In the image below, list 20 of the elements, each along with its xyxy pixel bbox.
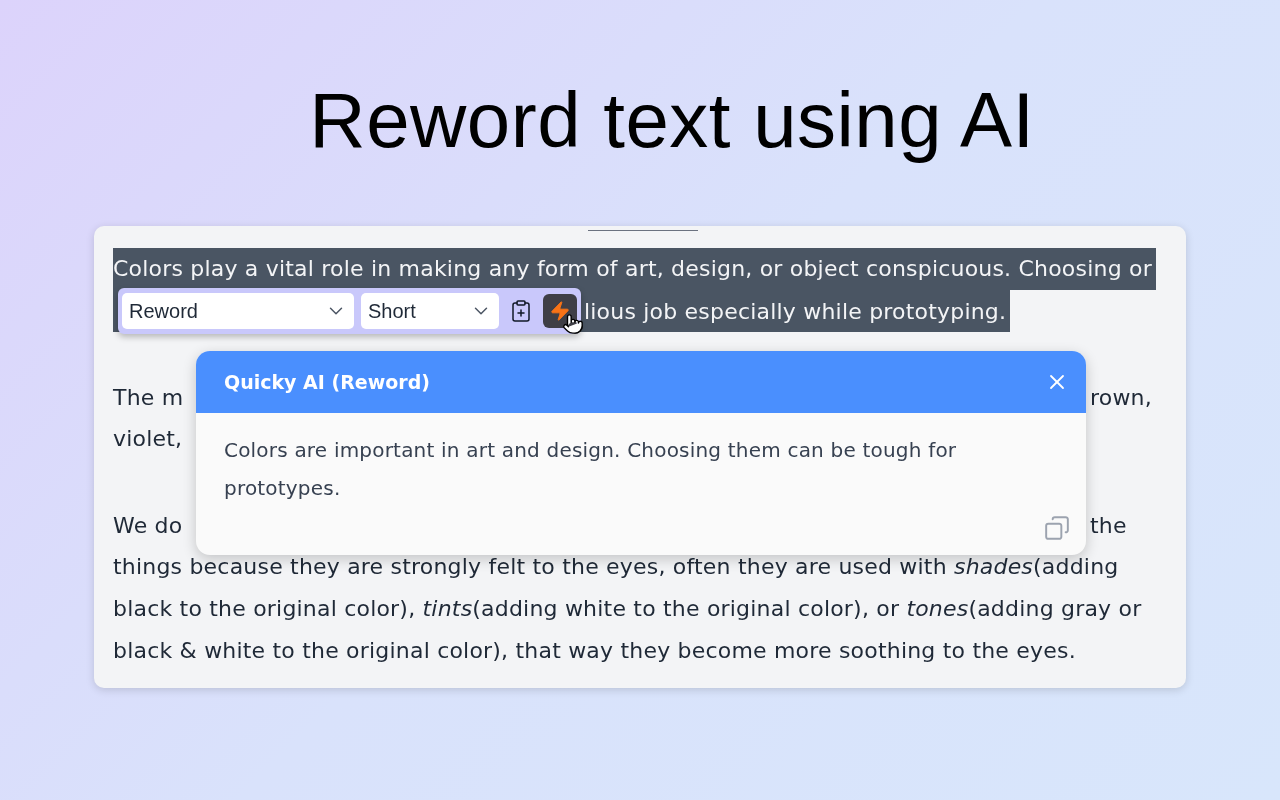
paragraph-text: black & white to the original color), that way they become more soothing to the eyes. bbox=[113, 637, 1077, 665]
paragraph-text: lious job especially while prototyping. bbox=[584, 297, 1007, 326]
popup-title: Quicky AI (Reword) bbox=[224, 369, 430, 395]
paragraph-text: We do bbox=[113, 511, 184, 540]
lightning-icon bbox=[549, 300, 571, 322]
paragraph-text: the bbox=[1090, 511, 1127, 540]
paragraph-text: violet, bbox=[113, 425, 184, 453]
hand-cursor-icon bbox=[562, 312, 584, 336]
page-heading: Reword text using AI bbox=[309, 75, 1035, 166]
copy-icon bbox=[1044, 515, 1070, 541]
paragraph-text: The m bbox=[113, 383, 185, 412]
paragraph-text: things because they are strongly felt to the eyes, often they are used with shades(adding bbox=[113, 553, 1120, 581]
length-select[interactable]: Short bbox=[361, 293, 499, 329]
paragraph-text: Colors play a vital role in making any form of art, design, or object conspicuous. Choosing or bbox=[113, 248, 1156, 290]
clipboard-plus-icon bbox=[509, 299, 533, 323]
paragraph-text: black to the original color), tints(adding white to the original color), or tones(adding gray or bbox=[113, 595, 1143, 623]
paragraph-text: rown, bbox=[1090, 383, 1152, 412]
reworded-text: Colors are important in art and design. Choosing them can be tough for prototypes. bbox=[223, 437, 958, 502]
generate-button[interactable] bbox=[543, 294, 577, 328]
action-select[interactable]: Reword bbox=[122, 293, 354, 329]
